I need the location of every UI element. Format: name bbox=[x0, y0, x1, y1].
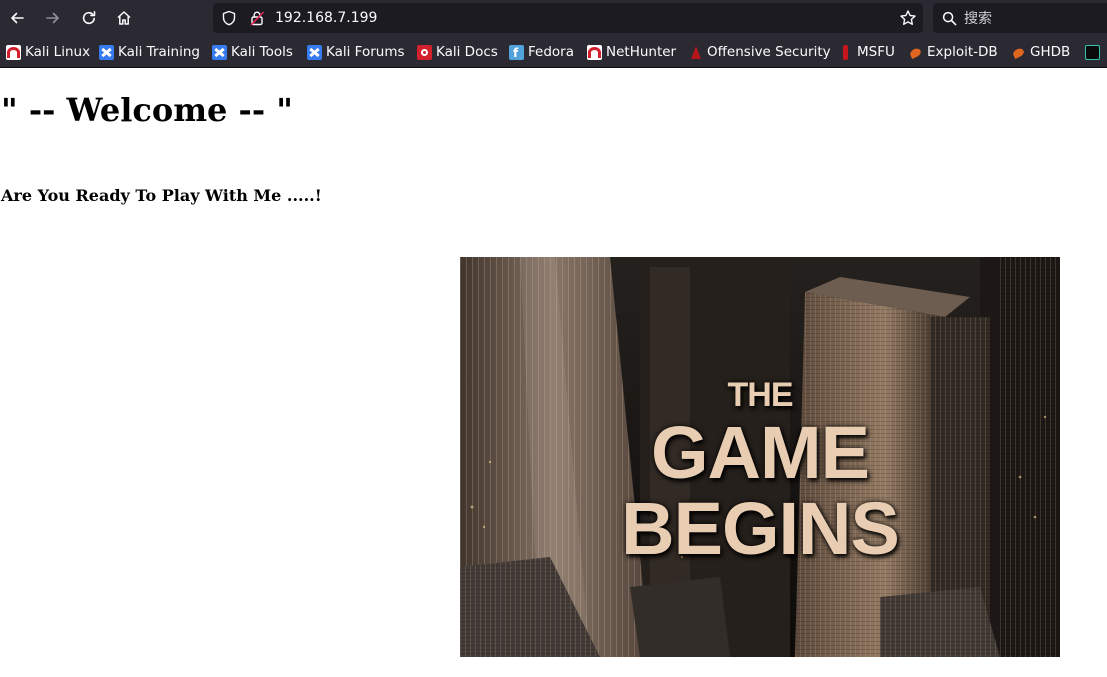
hero-line-2: GAME bbox=[651, 411, 870, 494]
arrow-left-icon bbox=[11, 12, 24, 24]
search-placeholder: 搜索 bbox=[964, 11, 992, 27]
url-text[interactable]: 192.168.7.199 bbox=[275, 9, 377, 27]
kali-training-icon bbox=[99, 44, 114, 60]
bookmark-label: Kali Tools bbox=[231, 44, 293, 60]
bookmark-exploit-db[interactable]: Exploit-DB bbox=[908, 43, 998, 61]
bookmark-fedora[interactable]: Fedora bbox=[509, 43, 574, 62]
msfu-icon bbox=[838, 44, 853, 60]
bookmark-label: Offensive Security bbox=[707, 44, 831, 60]
bookmark-ghdb[interactable]: GHDB bbox=[1011, 43, 1070, 61]
reload-icon bbox=[82, 11, 96, 25]
bookmark-star-icon[interactable] bbox=[899, 9, 917, 27]
game-begins-title: THE GAME BEGINS bbox=[620, 377, 900, 567]
home-icon bbox=[117, 11, 131, 25]
kali-forums-icon bbox=[307, 44, 322, 60]
search-input[interactable]: 搜索 bbox=[933, 3, 1107, 33]
bookmark-label: Kali Docs bbox=[436, 44, 498, 60]
bookmark-label: Fedora bbox=[528, 44, 574, 60]
kali-docs-icon bbox=[417, 44, 432, 60]
bookmark-kali-training[interactable]: Kali Training bbox=[99, 43, 200, 61]
hero-line-1: THE bbox=[727, 376, 794, 414]
search-icon bbox=[942, 11, 957, 26]
bookmark-overflow[interactable] bbox=[1085, 43, 1104, 61]
offsec-icon bbox=[688, 45, 703, 60]
ghdb-icon bbox=[1011, 45, 1026, 60]
bookmark-label: NetHunter bbox=[606, 44, 677, 60]
bookmark-label: GHDB bbox=[1030, 44, 1071, 60]
bookmark-kali-docs[interactable]: Kali Docs bbox=[417, 43, 498, 61]
bookmark-overflow-icon bbox=[1085, 44, 1100, 60]
kali-tools-icon bbox=[212, 44, 227, 60]
browser-toolbar: 192.168.7.199 搜索 bbox=[0, 0, 1107, 36]
page-subheading: Are You Ready To Play With Me .....! bbox=[1, 186, 322, 205]
web-page: " -- Welcome -- " Are You Ready To Play … bbox=[0, 69, 1107, 677]
address-bar[interactable]: 192.168.7.199 bbox=[213, 3, 923, 33]
fedora-icon bbox=[509, 44, 524, 62]
bookmark-kali-forums[interactable]: Kali Forums bbox=[307, 43, 405, 61]
home-button[interactable] bbox=[110, 4, 138, 32]
bookmark-kali-tools[interactable]: Kali Tools bbox=[212, 43, 293, 61]
back-button[interactable] bbox=[3, 4, 31, 32]
bookmark-label: Exploit-DB bbox=[927, 44, 998, 60]
game-begins-image: THE GAME BEGINS bbox=[460, 257, 1060, 657]
bookmark-nethunter[interactable]: NetHunter bbox=[587, 43, 676, 61]
bookmark-kali-linux[interactable]: Kali Linux bbox=[6, 43, 90, 61]
hero-line-3: BEGINS bbox=[621, 487, 900, 570]
bookmark-label: Kali Training bbox=[118, 44, 200, 60]
reload-button[interactable] bbox=[75, 4, 103, 32]
bookmarks-toolbar: Kali Linux Kali Training Kali Tools Kali… bbox=[0, 36, 1107, 68]
exploit-db-icon bbox=[908, 45, 923, 60]
bookmark-offensive-security[interactable]: Offensive Security bbox=[688, 43, 831, 61]
nethunter-icon bbox=[587, 44, 602, 60]
bookmark-label: Kali Forums bbox=[326, 44, 405, 60]
arrow-right-icon bbox=[46, 12, 59, 24]
bookmark-msfu[interactable]: MSFU bbox=[838, 43, 895, 61]
page-title: " -- Welcome -- " bbox=[1, 91, 293, 129]
forward-button[interactable] bbox=[39, 4, 67, 32]
bookmark-label: MSFU bbox=[857, 44, 895, 60]
kali-dragon-icon bbox=[6, 44, 21, 60]
insecure-lock-icon[interactable] bbox=[249, 10, 265, 26]
bookmark-label: Kali Linux bbox=[25, 44, 91, 60]
tracking-protection-shield-icon[interactable] bbox=[221, 10, 237, 26]
